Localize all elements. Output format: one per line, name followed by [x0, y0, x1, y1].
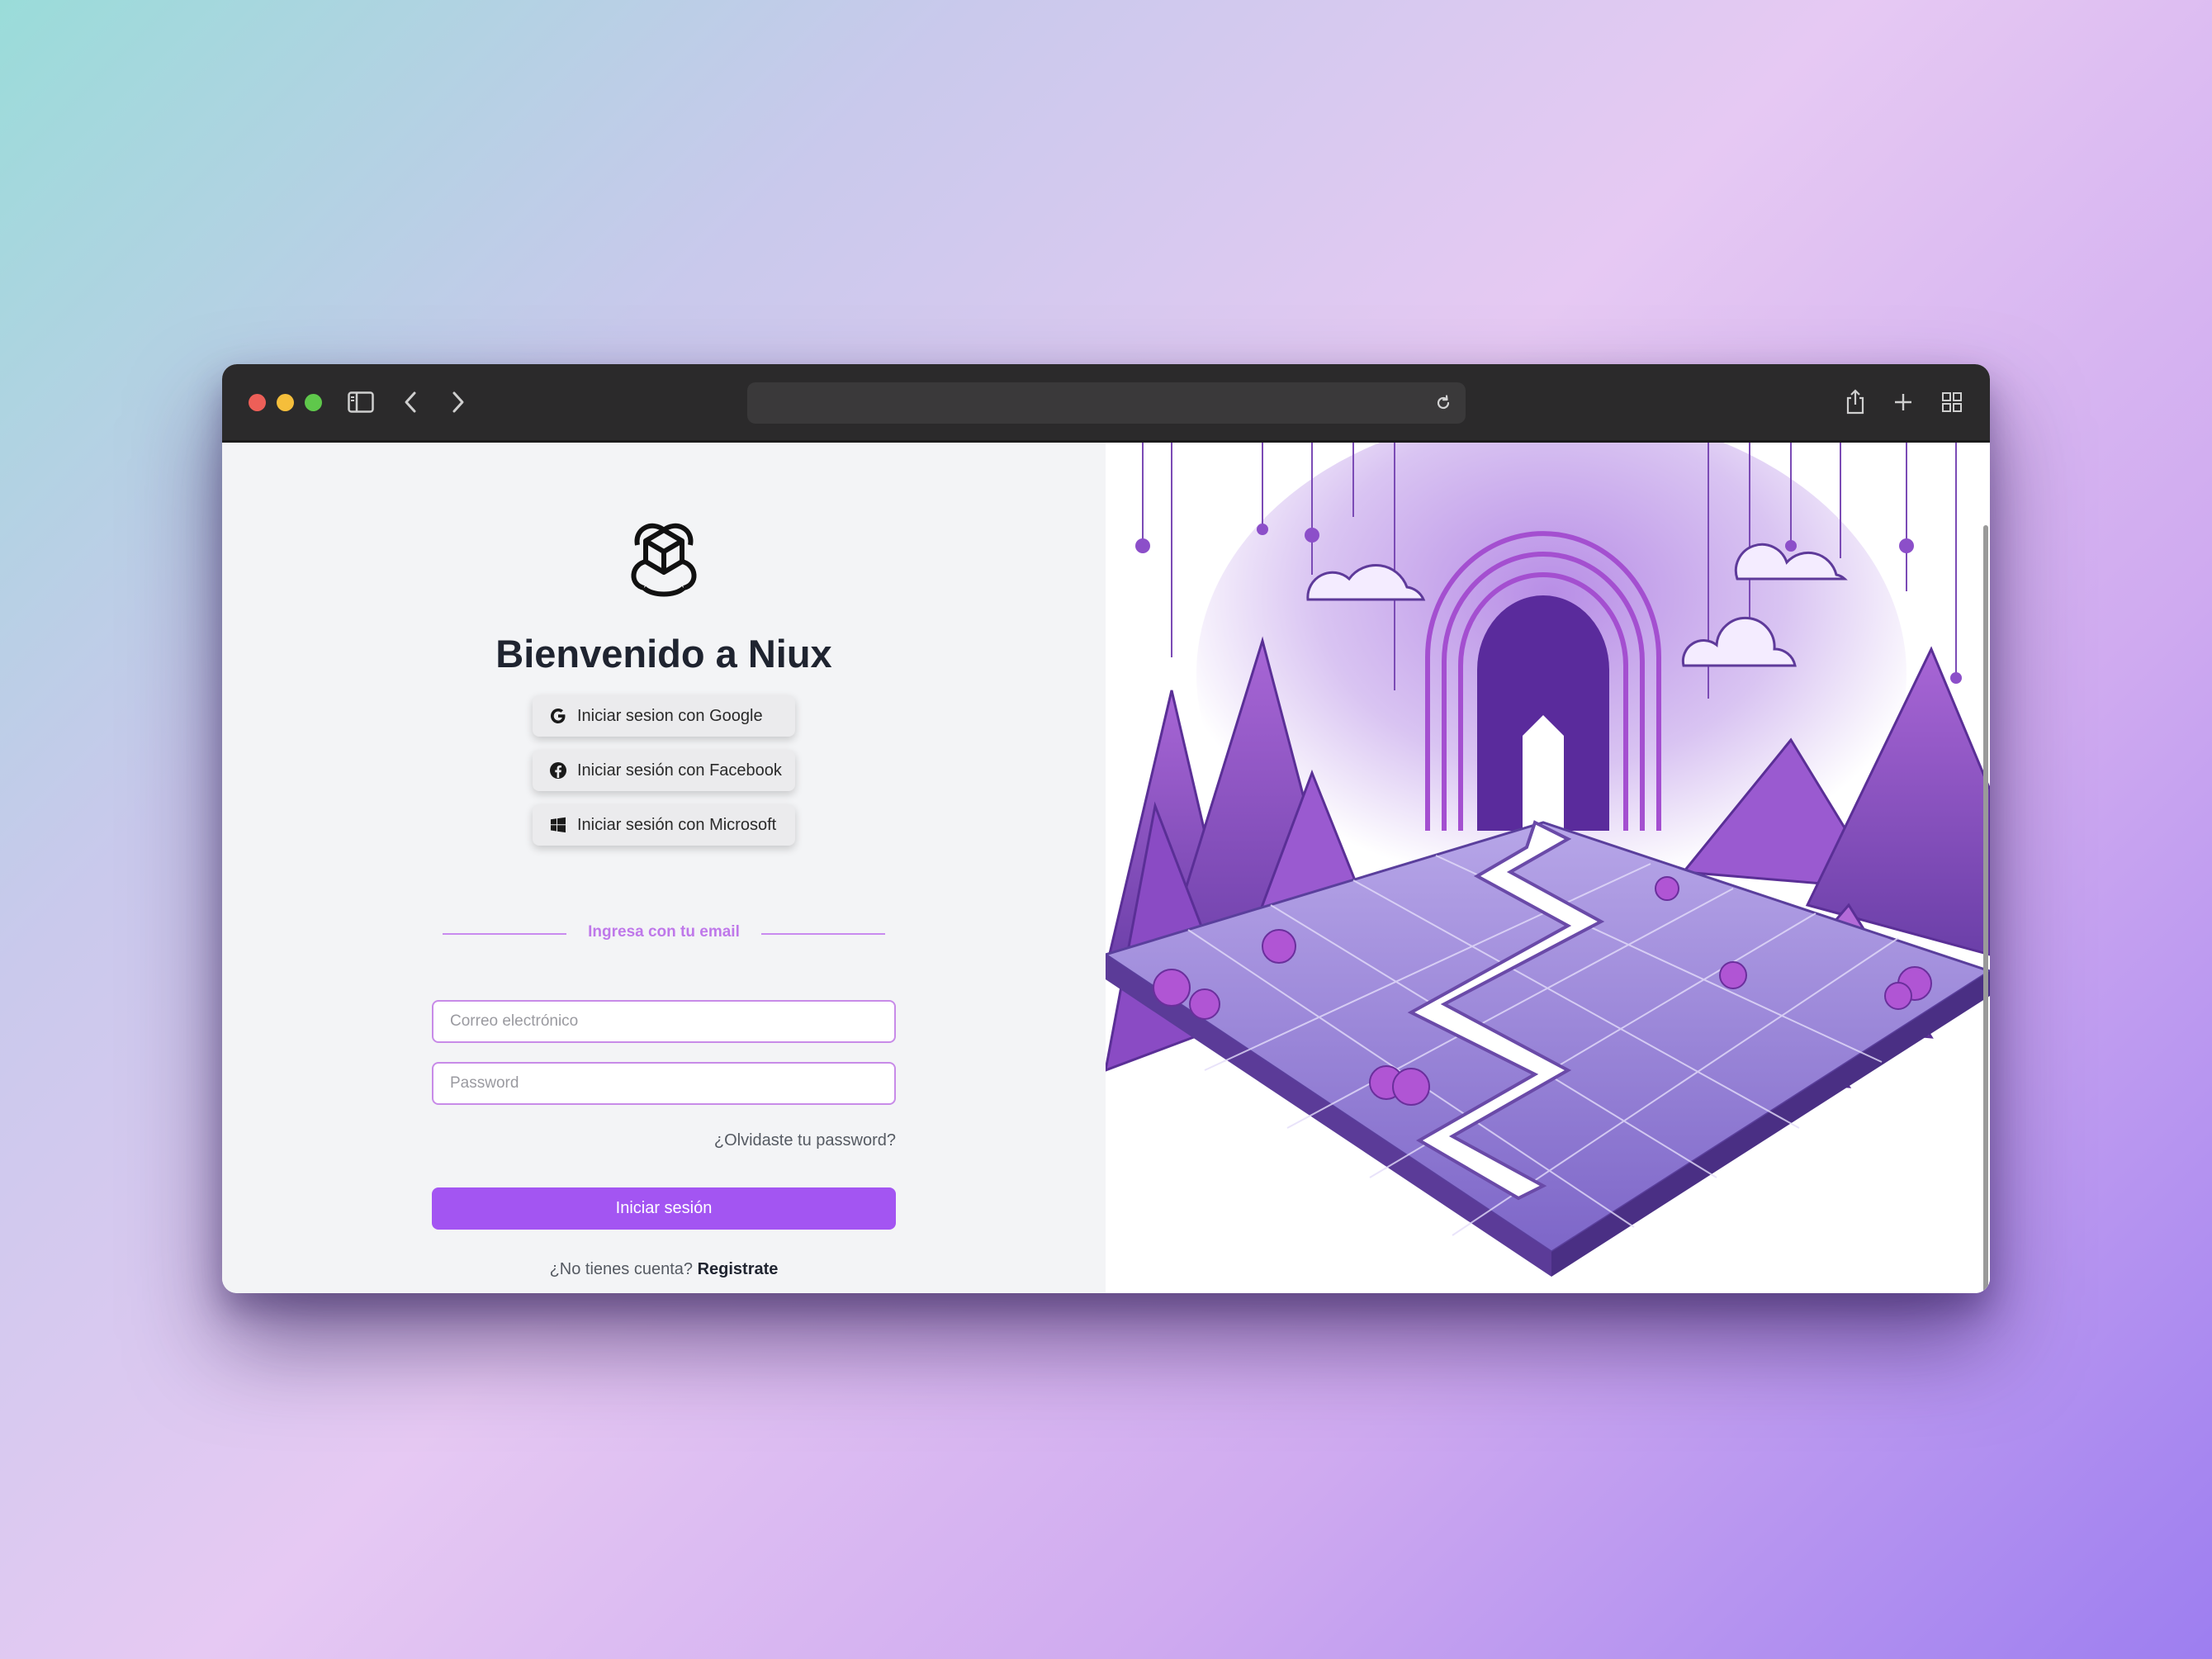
divider-line-right — [761, 933, 885, 935]
page-title: Bienvenido a Niux — [495, 632, 832, 675]
back-icon[interactable] — [394, 386, 427, 419]
forward-icon[interactable] — [442, 386, 475, 419]
fantasy-landscape-illustration — [1106, 443, 1990, 1293]
google-icon — [547, 705, 569, 727]
sidebar-icon[interactable] — [344, 386, 377, 419]
scrollbar[interactable] — [1983, 525, 1988, 1293]
address-bar[interactable] — [747, 382, 1466, 424]
email-divider: Ingresa con tu email — [443, 922, 885, 946]
divider-text: Ingresa con tu email — [588, 923, 740, 941]
forgot-password-link[interactable]: ¿Olvidaste tu password? — [714, 1131, 896, 1150]
google-login-label: Iniciar sesion con Google — [577, 706, 763, 725]
hero-illustration — [1106, 443, 1990, 1293]
login-submit-button[interactable]: Iniciar sesión — [432, 1187, 896, 1230]
tab-overview-icon[interactable] — [1935, 386, 1968, 419]
browser-toolbar — [222, 364, 1990, 443]
zoom-window-button[interactable] — [305, 394, 322, 411]
login-panel: Bienvenido a Niux Iniciar sesion con Goo… — [222, 443, 1106, 1293]
share-icon[interactable] — [1839, 386, 1872, 419]
signup-prompt: ¿No tienes cuenta? — [549, 1260, 694, 1278]
facebook-icon — [547, 760, 569, 781]
facebook-login-label: Iniciar sesión con Facebook — [577, 761, 782, 780]
browser-window: Bienvenido a Niux Iniciar sesion con Goo… — [222, 364, 1990, 1293]
facebook-login-button[interactable]: Iniciar sesión con Facebook — [533, 750, 795, 791]
password-field[interactable] — [432, 1062, 896, 1105]
close-window-button[interactable] — [249, 394, 266, 411]
signup-link[interactable]: Registrate — [698, 1260, 779, 1278]
signup-row: ¿No tienes cuenta? Registrate — [222, 1260, 1106, 1279]
microsoft-login-label: Iniciar sesión con Microsoft — [577, 815, 777, 834]
windows-icon — [547, 814, 569, 836]
email-field[interactable] — [432, 1000, 896, 1043]
minimize-window-button[interactable] — [277, 394, 294, 411]
google-login-button[interactable]: Iniciar sesion con Google — [533, 695, 795, 737]
microsoft-login-button[interactable]: Iniciar sesión con Microsoft — [533, 804, 795, 846]
reload-icon[interactable] — [1429, 389, 1457, 417]
niux-logo-icon — [631, 523, 697, 597]
new-tab-icon[interactable] — [1887, 386, 1920, 419]
